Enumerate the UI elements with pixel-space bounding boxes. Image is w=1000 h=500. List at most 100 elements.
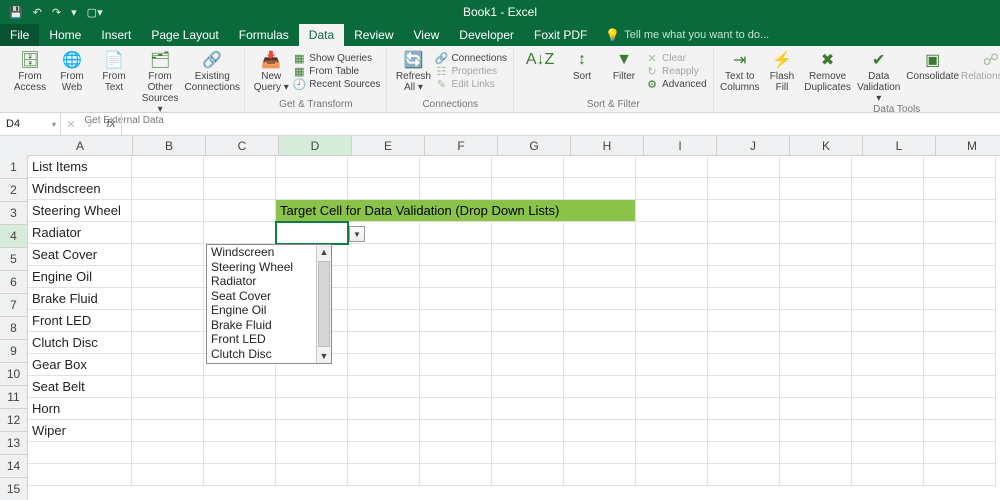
cell[interactable]: [780, 178, 852, 200]
cell[interactable]: [420, 288, 492, 310]
tab-home[interactable]: Home: [39, 24, 91, 46]
data-validation-dropdown-list[interactable]: WindscreenSteering WheelRadiatorSeat Cov…: [206, 244, 332, 364]
cell[interactable]: [28, 464, 132, 486]
cell[interactable]: [780, 244, 852, 266]
cell[interactable]: Wiper: [28, 420, 132, 442]
row-header[interactable]: 4: [0, 225, 28, 248]
ribbon-button[interactable]: ↕Sort: [562, 50, 602, 82]
cell[interactable]: [348, 464, 420, 486]
select-all-corner[interactable]: [0, 136, 29, 157]
cell[interactable]: [132, 244, 204, 266]
cell[interactable]: Gear Box: [28, 354, 132, 376]
ribbon-button[interactable]: 🗄FromAccess: [10, 50, 50, 93]
cell[interactable]: [492, 244, 564, 266]
cell[interactable]: [708, 288, 780, 310]
row-header[interactable]: 8: [0, 317, 28, 340]
cell[interactable]: [276, 156, 348, 178]
cell[interactable]: [924, 464, 996, 486]
row-header[interactable]: 2: [0, 179, 28, 202]
cell[interactable]: [708, 266, 780, 288]
dropdown-option[interactable]: Brake Fluid: [207, 318, 331, 333]
cell[interactable]: [636, 178, 708, 200]
cell[interactable]: [348, 332, 420, 354]
dropdown-option[interactable]: Steering Wheel: [207, 260, 331, 275]
cell[interactable]: [924, 354, 996, 376]
cell[interactable]: [924, 398, 996, 420]
cell[interactable]: [132, 354, 204, 376]
row-header[interactable]: 11: [0, 386, 28, 409]
dropdown-option[interactable]: Clutch Disc: [207, 347, 331, 362]
cell[interactable]: [708, 420, 780, 442]
cell[interactable]: Seat Belt: [28, 376, 132, 398]
dropdown-option[interactable]: Engine Oil: [207, 303, 331, 318]
tab-review[interactable]: Review: [344, 24, 403, 46]
cell[interactable]: [276, 200, 348, 222]
cell[interactable]: [564, 332, 636, 354]
ribbon-button[interactable]: 🔗ExistingConnections: [186, 50, 238, 93]
cell[interactable]: [708, 464, 780, 486]
dropdown-scrollbar[interactable]: ▲ ▼: [316, 245, 331, 363]
cell[interactable]: [348, 420, 420, 442]
cell[interactable]: [780, 442, 852, 464]
ribbon-mini-item[interactable]: ▦From Table: [293, 65, 380, 77]
ribbon-button[interactable]: 🗂From OtherSources ▾: [136, 50, 184, 115]
tab-formulas[interactable]: Formulas: [229, 24, 299, 46]
cell[interactable]: [924, 332, 996, 354]
cell[interactable]: [132, 464, 204, 486]
cell[interactable]: [852, 376, 924, 398]
cell[interactable]: [636, 266, 708, 288]
cell[interactable]: [636, 244, 708, 266]
cell[interactable]: Radiator: [28, 222, 132, 244]
cell[interactable]: [420, 200, 492, 222]
tell-me-search[interactable]: 💡 Tell me what you want to do...: [605, 24, 769, 46]
cell[interactable]: [564, 266, 636, 288]
cell[interactable]: [564, 310, 636, 332]
ribbon-mini-item[interactable]: ▦Show Queries: [293, 52, 380, 64]
cell[interactable]: [924, 178, 996, 200]
cell[interactable]: [708, 178, 780, 200]
cell[interactable]: [636, 288, 708, 310]
cell[interactable]: [204, 178, 276, 200]
cell[interactable]: [420, 156, 492, 178]
cell[interactable]: [780, 398, 852, 420]
column-header[interactable]: C: [206, 136, 279, 156]
column-header[interactable]: I: [644, 136, 717, 156]
cell[interactable]: [780, 420, 852, 442]
ribbon-button[interactable]: ✖RemoveDuplicates: [804, 50, 851, 93]
tab-insert[interactable]: Insert: [91, 24, 141, 46]
ribbon-mini-item[interactable]: 🕘Recent Sources: [293, 78, 380, 90]
column-header[interactable]: D: [279, 136, 352, 156]
tab-file[interactable]: File: [0, 24, 39, 46]
cell[interactable]: [924, 442, 996, 464]
scroll-thumb[interactable]: [318, 261, 330, 347]
cell[interactable]: [852, 332, 924, 354]
ribbon-button[interactable]: ▼Filter: [604, 50, 644, 82]
cell[interactable]: [28, 442, 132, 464]
cell[interactable]: [852, 420, 924, 442]
row-header[interactable]: 9: [0, 340, 28, 363]
column-header[interactable]: B: [133, 136, 206, 156]
cell[interactable]: [132, 332, 204, 354]
column-header[interactable]: A: [28, 136, 133, 156]
cell[interactable]: [780, 354, 852, 376]
cell[interactable]: [636, 200, 708, 222]
cell[interactable]: [204, 222, 276, 244]
cell[interactable]: [852, 200, 924, 222]
cell[interactable]: [564, 464, 636, 486]
tab-developer[interactable]: Developer: [449, 24, 524, 46]
cell[interactable]: [492, 464, 564, 486]
name-box-dropdown-icon[interactable]: ▾: [52, 120, 56, 129]
cell[interactable]: [924, 310, 996, 332]
cell[interactable]: [132, 200, 204, 222]
cell[interactable]: [636, 398, 708, 420]
cell[interactable]: [204, 156, 276, 178]
column-header[interactable]: K: [790, 136, 863, 156]
cell[interactable]: [564, 354, 636, 376]
dropdown-option[interactable]: Windscreen: [207, 245, 331, 260]
cell[interactable]: [204, 200, 276, 222]
ribbon-button[interactable]: 🔄RefreshAll ▾: [393, 50, 433, 93]
cell[interactable]: Windscreen: [28, 178, 132, 200]
cell[interactable]: [132, 376, 204, 398]
cell[interactable]: [708, 376, 780, 398]
cell[interactable]: [132, 156, 204, 178]
